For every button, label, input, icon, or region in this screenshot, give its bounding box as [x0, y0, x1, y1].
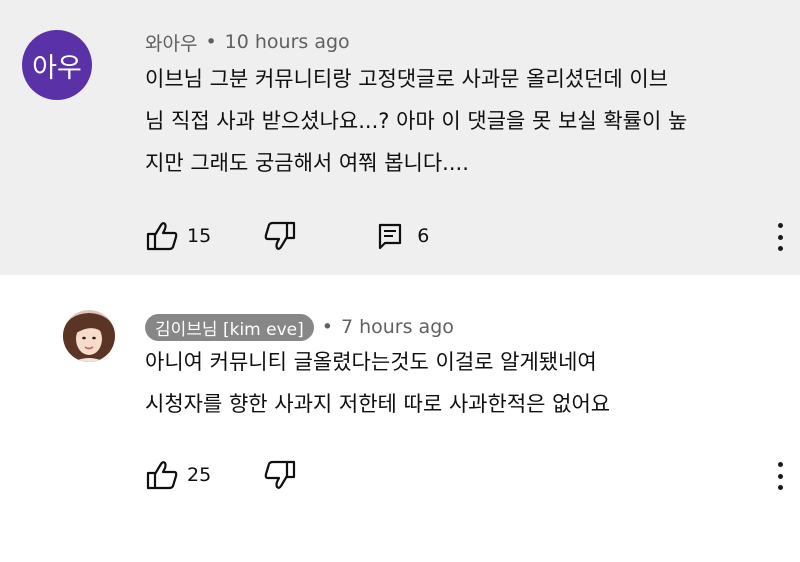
profile-photo [63, 310, 115, 362]
comment-text: 이브님 그분 커뮤니티랑 고정댓글로 사과문 올리셨던데 이브 님 직접 사과 … [145, 58, 687, 184]
comment-line: 아니여 커뮤니티 글올렸다는것도 이걸로 알게됐네여 [145, 350, 597, 374]
author-name[interactable]: 와아우 [145, 29, 197, 56]
separator-dot: • [321, 316, 333, 338]
like-button[interactable]: 15 [145, 221, 211, 251]
thumb-up-icon [146, 222, 178, 251]
avatar[interactable]: 아우 [22, 30, 92, 100]
like-count: 15 [187, 225, 212, 247]
thumb-up-icon [146, 461, 178, 490]
comment-meta: 김이브님 [kim eve] • 7 hours ago [145, 313, 454, 341]
author-badge[interactable]: 김이브님 [kim eve] [145, 313, 314, 341]
thumb-down-icon [264, 221, 296, 250]
comment-card: 아우 와아우 • 10 hours ago 이브님 그분 커뮤니티랑 고정댓글로… [0, 0, 800, 275]
comment-meta: 와아우 • 10 hours ago [145, 28, 350, 56]
avatar-initials: 아우 [32, 52, 82, 84]
comment-actions: 25 [145, 457, 297, 493]
reply-count: 6 [417, 225, 430, 247]
separator-dot: • [205, 31, 217, 53]
comment-icon [379, 223, 402, 250]
more-vert-icon[interactable] [774, 220, 786, 254]
comment-line: 지만 그래도 궁금해서 여쭤 봅니다.... [145, 151, 469, 175]
thumb-down-icon [264, 460, 296, 489]
more-vert-icon[interactable] [774, 459, 786, 493]
comment-line: 시청자를 향한 사과지 저한테 따로 사과한적은 없어요 [145, 392, 611, 416]
comment-line: 이브님 그분 커뮤니티랑 고정댓글로 사과문 올리셨던데 이브 [145, 67, 669, 91]
timestamp[interactable]: 10 hours ago [225, 31, 350, 53]
timestamp[interactable]: 7 hours ago [341, 316, 454, 338]
like-button[interactable]: 25 [145, 460, 211, 490]
avatar[interactable] [63, 310, 115, 362]
comment-text: 아니여 커뮤니티 글올렸다는것도 이걸로 알게됐네여 시청자를 향한 사과지 저… [145, 341, 610, 425]
like-count: 25 [187, 464, 212, 486]
dislike-button[interactable] [263, 460, 297, 490]
comment-actions: 15 6 [145, 218, 429, 254]
comment-line: 님 직접 사과 받으셨나요...? 아마 이 댓글을 못 보실 확률이 높 [145, 109, 688, 133]
reply-button[interactable]: 6 [377, 222, 429, 250]
comment-card: 김이브님 [kim eve] • 7 hours ago 아니여 커뮤니티 글올… [0, 275, 800, 562]
dislike-button[interactable] [263, 221, 297, 251]
